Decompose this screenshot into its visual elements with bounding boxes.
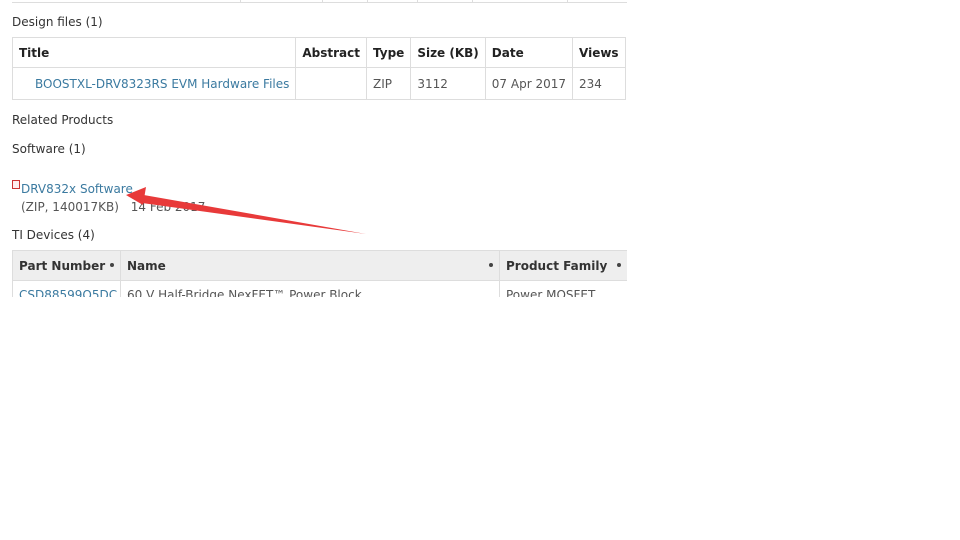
column-header-name-label: Name — [127, 258, 166, 273]
related-products-heading: Related Products — [12, 113, 114, 127]
design-file-title-cell: BOOSTXL-DRV8323RS EVM Hardware Files — [11, 67, 297, 100]
table-row: CSD88599Q5DC 60 V Half-Bridge NexFET™ Po… — [12, 280, 627, 297]
part-number-link[interactable]: CSD88599Q5DC — [19, 288, 117, 297]
ti-devices-header-row: Part Number Name Product Family — [12, 250, 627, 281]
sort-icon[interactable] — [617, 263, 621, 267]
column-header-views: Views — [572, 37, 626, 68]
design-file-date: 07 Apr 2017 — [484, 67, 574, 100]
design-file-abstract — [295, 67, 367, 100]
column-header-product-family[interactable]: Product Family — [499, 250, 627, 281]
ti-devices-table: Part Number Name Product Family CSD88599… — [12, 250, 627, 297]
column-header-part-number-label: Part Number — [19, 258, 106, 273]
sort-icon[interactable] — [110, 263, 114, 267]
design-files-header-row: Title Abstract Type Size (KB) Date Views — [11, 37, 626, 68]
software-link[interactable]: DRV832x Software — [21, 182, 133, 196]
ti-devices-heading: TI Devices (4) — [12, 228, 95, 242]
design-files-heading: Design files (1) — [12, 15, 103, 29]
column-header-part-number[interactable]: Part Number — [12, 250, 121, 281]
ti-devices-table-viewport: Part Number Name Product Family CSD88599… — [12, 250, 627, 297]
product-family-cell: Power MOSFET — [499, 280, 627, 297]
design-file-views: 234 — [572, 67, 626, 100]
design-file-type: ZIP — [365, 67, 412, 100]
software-file-info: (ZIP, 140017KB) — [21, 200, 119, 214]
design-file-size: 3112 — [410, 67, 486, 100]
design-file-link[interactable]: BOOSTXL-DRV8323RS EVM Hardware Files — [35, 77, 289, 91]
column-header-product-family-label: Product Family — [506, 258, 608, 273]
column-header-name[interactable]: Name — [120, 250, 500, 281]
file-icon — [12, 180, 20, 189]
device-name-cell: 60 V Half-Bridge NexFET™ Power Block — [120, 280, 500, 297]
sort-icon[interactable] — [489, 263, 493, 267]
design-files-table: Title Abstract Type Size (KB) Date Views… — [11, 37, 626, 100]
column-header-title: Title — [11, 37, 297, 68]
part-number-cell: CSD88599Q5DC — [12, 280, 121, 297]
top-table-border — [12, 0, 627, 3]
column-header-type: Type — [365, 37, 412, 68]
column-header-date: Date — [484, 37, 574, 68]
column-header-size: Size (KB) — [410, 37, 486, 68]
table-row: BOOSTXL-DRV8323RS EVM Hardware Files ZIP… — [11, 67, 626, 100]
software-meta: (ZIP, 140017KB) 14 Feb 2017 — [21, 200, 205, 214]
software-date: 14 Feb 2017 — [130, 200, 206, 214]
software-heading: Software (1) — [12, 142, 86, 156]
column-header-abstract: Abstract — [295, 37, 367, 68]
